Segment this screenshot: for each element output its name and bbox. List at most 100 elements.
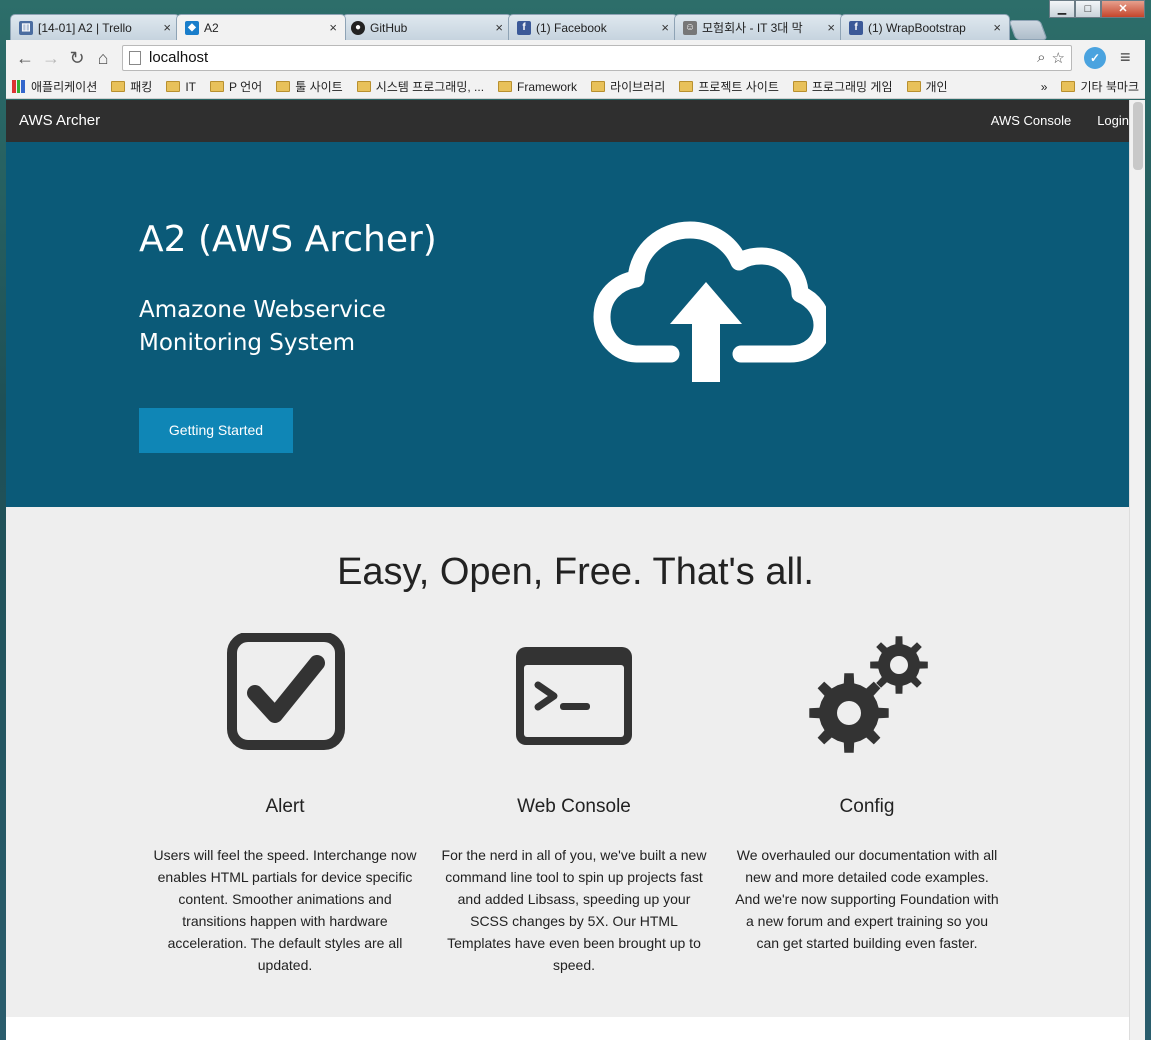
close-tab-icon[interactable]: × [329, 20, 337, 35]
bookmark-label: Framework [517, 79, 578, 94]
facebook-icon: f [849, 20, 863, 35]
hero-subtitle-line: Monitoring System [139, 330, 356, 356]
getting-started-button[interactable]: Getting Started [139, 408, 293, 453]
feature-alert: Alert Users will feel the speed. Interch… [145, 632, 425, 976]
other-bookmarks[interactable]: 기타 북마크 [1061, 78, 1139, 95]
bookmark-label: 시스템 프로그래밍, ... [375, 80, 485, 94]
nav-links: AWS Console Login [991, 113, 1129, 128]
bookmark-label: 라이브러리 [610, 80, 666, 94]
close-tab-icon[interactable]: × [163, 20, 171, 35]
folder-icon [166, 81, 181, 92]
terminal-icon [516, 647, 632, 745]
gears-icon [809, 636, 928, 753]
folder-icon [1061, 81, 1076, 92]
bookmarks-overflow-button[interactable]: » [1041, 80, 1048, 94]
scrollbar-thumb[interactable] [1133, 102, 1143, 170]
checkbox-icon [227, 632, 345, 750]
tab-facebook[interactable]: f (1) Facebook × [508, 14, 678, 40]
bookmark-folder[interactable]: 패킹 [111, 78, 152, 95]
minimize-button[interactable]: ▁ [1049, 0, 1075, 18]
address-bar[interactable]: localhost ⌕ ☆ [122, 44, 1072, 71]
tab-label: A2 [204, 20, 219, 35]
bookmark-label: 프로그래밍 게임 [811, 80, 893, 94]
folder-icon [591, 81, 606, 92]
hero-subtitle: Amazone Webservice Monitoring System [139, 294, 439, 360]
page-scrollbar[interactable] [1129, 100, 1145, 1040]
folder-icon [679, 81, 694, 92]
close-tab-icon[interactable]: × [993, 20, 1001, 35]
tab-github[interactable]: ● GitHub × [342, 14, 512, 40]
close-window-button[interactable]: ✕ [1101, 0, 1145, 18]
tab-strip: ▥ [14-01] A2 | Trello × ◆ A2 × ● GitHub … [10, 14, 1048, 40]
nav-link-login[interactable]: Login [1097, 113, 1129, 128]
tab-site[interactable]: ☺ 모험회사 - IT 3대 막 × [674, 14, 844, 40]
app-icon: ◆ [185, 20, 199, 35]
bookmark-folder[interactable]: 프로그래밍 게임 [792, 78, 893, 95]
bookmark-label: 패킹 [130, 80, 153, 94]
site-navbar: AWS Archer AWS Console Login [6, 100, 1145, 142]
brand-link[interactable]: AWS Archer [19, 112, 100, 129]
hero-subtitle-line: Amazone Webservice [139, 297, 386, 323]
bookmark-folder[interactable]: P 언어 [210, 78, 262, 95]
site-icon: ☺ [683, 20, 697, 35]
facebook-icon: f [517, 20, 531, 35]
bookmark-label: P 언어 [229, 80, 263, 94]
bookmark-apps[interactable]: 애플리케이션 [12, 78, 97, 95]
folder-icon [906, 81, 921, 92]
close-tab-icon[interactable]: × [495, 20, 503, 35]
maximize-button[interactable]: □ [1075, 0, 1101, 18]
feature-title: Alert [265, 796, 305, 817]
tab-wrapbootstrap[interactable]: f (1) WrapBootstrap × [840, 14, 1010, 40]
url-text[interactable]: localhost [149, 49, 1031, 66]
bookmark-label: 기타 북마크 [1080, 80, 1139, 94]
bookmark-folder[interactable]: IT [166, 80, 196, 94]
folder-icon [210, 81, 225, 92]
cloud-upload-icon [593, 221, 826, 382]
page-icon [129, 50, 141, 65]
features-section: Easy, Open, Free. That's all. Alert User… [6, 507, 1145, 1017]
tab-label: [14-01] A2 | Trello [38, 20, 132, 35]
tab-a2[interactable]: ◆ A2 × [176, 14, 346, 40]
tab-label: 모험회사 - IT 3대 막 [702, 21, 803, 35]
menu-icon[interactable]: ≡ [1120, 47, 1131, 68]
bookmark-folder[interactable]: Framework [498, 80, 577, 94]
new-tab-button[interactable] [1008, 20, 1048, 40]
bookmark-folder[interactable]: 개인 [906, 78, 948, 95]
bookmark-folder[interactable]: 라이브러리 [591, 78, 665, 95]
folder-icon [498, 81, 513, 92]
feature-description: Users will feel the speed. Interchange n… [153, 847, 417, 973]
search-icon[interactable]: ⌕ [1037, 49, 1045, 66]
tab-label: (1) Facebook [536, 20, 607, 35]
bookmark-folder[interactable]: 프로젝트 사이트 [679, 78, 779, 95]
bookmarks-bar: 애플리케이션 패킹 IT P 언어 툴 사이트 시스템 프로그래밍, ... F… [6, 75, 1145, 99]
extension-icon[interactable]: ✓ [1084, 46, 1106, 69]
bookmark-folder[interactable]: 시스템 프로그래밍, ... [356, 78, 485, 95]
tab-label: (1) WrapBootstrap [868, 20, 966, 35]
feature-config: Config We overhauled our documentation w… [727, 633, 1007, 954]
close-tab-icon[interactable]: × [661, 20, 669, 35]
tab-trello[interactable]: ▥ [14-01] A2 | Trello × [10, 14, 180, 40]
github-icon: ● [351, 20, 365, 35]
apps-grid-icon [12, 80, 25, 93]
trello-icon: ▥ [19, 20, 33, 35]
feature-web-console: Web Console For the nerd in all of you, … [434, 633, 714, 976]
hero-title: A2 (AWS Archer) [139, 219, 437, 260]
bookmark-label: 프로젝트 사이트 [698, 80, 779, 94]
window-controls: ▁ □ ✕ [1049, 0, 1145, 18]
forward-button[interactable]: → [38, 45, 64, 71]
bookmark-label: 툴 사이트 [295, 80, 343, 94]
close-tab-icon[interactable]: × [827, 20, 835, 35]
folder-icon [792, 81, 807, 92]
back-button[interactable]: ← [12, 45, 38, 71]
reload-button[interactable]: ↻ [64, 45, 90, 71]
star-icon[interactable]: ☆ [1052, 49, 1065, 67]
feature-title: Config [839, 796, 895, 817]
feature-description: We overhauled our documentation with all… [735, 847, 999, 951]
home-button[interactable]: ⌂ [90, 45, 116, 71]
nav-link-aws-console[interactable]: AWS Console [991, 113, 1071, 128]
page-bottom [6, 1017, 1145, 1040]
bookmark-label: 애플리케이션 [31, 80, 98, 94]
browser-toolbar: ← → ↻ ⌂ localhost ⌕ ☆ ✓ ≡ [6, 40, 1145, 75]
hero-section: A2 (AWS Archer) Amazone Webservice Monit… [6, 142, 1145, 507]
bookmark-folder[interactable]: 툴 사이트 [276, 78, 343, 95]
